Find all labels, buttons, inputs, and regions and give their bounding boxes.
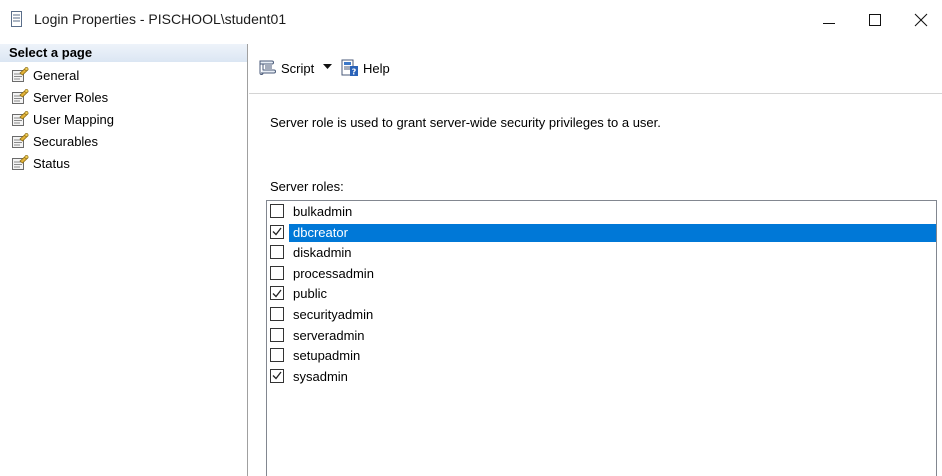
role-name: sysadmin [293,368,348,384]
nav-list: General Server Roles User Mapping Securable… [0,64,247,174]
page-wrench-icon [12,111,29,126]
role-row-bulkadmin[interactable]: bulkadmin [267,201,936,222]
window-title: Login Properties - PISCHOOL\student01 [34,11,287,27]
script-icon [259,60,276,75]
nav-item-label: Status [33,155,70,171]
close-icon [914,13,928,27]
role-checkbox[interactable] [270,245,284,260]
chevron-down-icon [323,64,332,69]
role-row-diskadmin[interactable]: diskadmin [267,242,936,263]
role-name: public [293,286,327,302]
role-checkbox[interactable] [270,204,284,218]
role-checkbox[interactable] [270,306,284,321]
page-wrench-icon [12,133,29,148]
nav-header: Select a page [0,44,247,62]
role-row-dbcreator[interactable]: dbcreator [267,222,936,243]
checkmark-icon [272,289,282,298]
role-name: bulkadmin [293,204,353,219]
role-checkbox[interactable] [270,348,284,363]
toolbar: Script ? Help [249,44,942,94]
role-checkbox[interactable] [270,327,284,342]
close-button[interactable] [898,0,942,40]
nav-item-status[interactable]: Status [0,152,247,174]
page-navigation: Select a page General Server Roles User Ma… [0,44,248,476]
nav-item-label: Server Roles [33,89,109,105]
nav-item-label: General [33,67,80,83]
role-row-sysadmin[interactable]: sysadmin [267,366,936,387]
role-checkbox[interactable] [270,368,284,383]
help-label: Help [363,60,390,76]
minimize-button[interactable] [806,0,852,40]
description-text: Server role is used to grant server-wide… [270,115,661,130]
role-checkbox[interactable] [270,265,284,280]
checkmark-icon [272,227,282,236]
role-row-serveradmin[interactable]: serveradmin [267,325,936,346]
role-name: securityadmin [293,306,374,322]
role-row-processadmin[interactable]: processadmin [267,263,936,284]
role-name: serveradmin [293,327,365,343]
page-wrench-icon [12,89,29,104]
role-row-securityadmin[interactable]: securityadmin [267,304,936,325]
role-name: diskadmin [293,245,352,261]
nav-item-user-mapping[interactable]: User Mapping [0,108,247,130]
role-checkbox[interactable] [270,286,284,301]
maximize-button[interactable] [852,0,898,40]
role-row-setupadmin[interactable]: setupadmin [267,345,936,366]
script-label: Script [281,60,315,76]
svg-text:?: ? [352,68,357,77]
server-roles-label: Server roles: [270,179,344,194]
script-dropdown-button[interactable] [323,61,335,73]
checkmark-icon [272,371,282,380]
help-button[interactable]: ? Help [340,57,390,79]
nav-item-securables[interactable]: Securables [0,130,247,152]
maximize-icon [869,14,881,26]
role-name: dbcreator [289,223,936,242]
nav-item-label: Securables [33,133,99,149]
role-name: setupadmin [293,348,361,364]
nav-item-server-roles[interactable]: Server Roles [0,86,247,108]
nav-item-general[interactable]: General [0,64,247,86]
role-checkbox[interactable] [270,224,284,239]
page-wrench-icon [12,155,29,170]
script-button[interactable]: Script [256,57,314,79]
title-bar: Login Properties - PISCHOOL\student01 [0,0,942,40]
app-icon [11,11,22,27]
nav-item-label: User Mapping [33,111,114,127]
help-icon: ? [341,59,358,77]
role-row-public[interactable]: public [267,283,936,304]
role-name: processadmin [293,265,374,281]
minimize-icon [823,23,835,24]
server-roles-list[interactable]: bulkadmin dbcreator diskadmin processadmin p… [266,200,937,476]
content-panel: Server role is used to grant server-wide… [249,95,942,476]
page-wrench-icon [12,67,29,82]
